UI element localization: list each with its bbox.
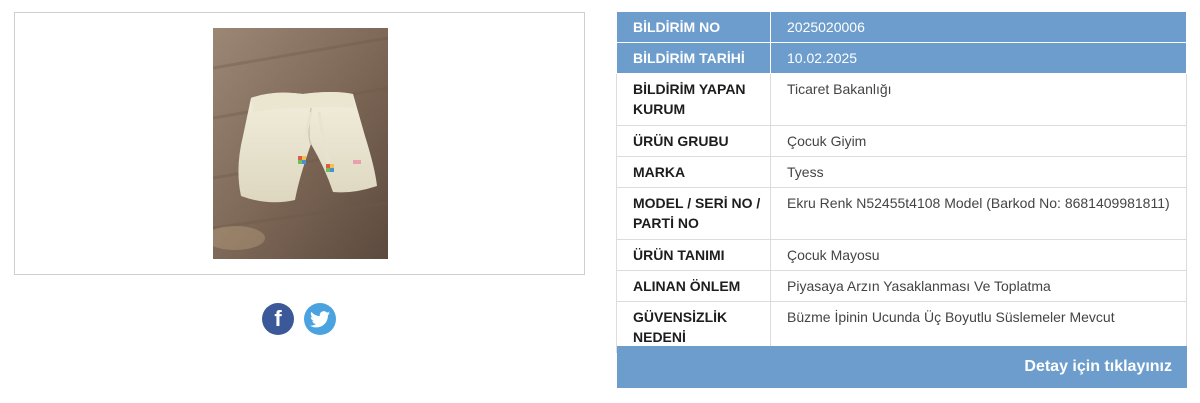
row-value: Piyasaya Arzın Yasaklanması Ve Toplatma [770,270,1187,302]
row-label: MARKA [616,156,771,188]
facebook-share-button[interactable]: f [262,303,294,335]
product-image-frame [14,12,585,275]
row-label: BİLDİRİM NO [616,11,771,43]
table-row: ALINAN ÖNLEM Piyasaya Arzın Yasaklanması… [616,270,1187,302]
row-value: Tyess [770,156,1187,188]
row-label: BİLDİRİM TARİHİ [616,42,771,74]
row-value: Ekru Renk N52455t4108 Model (Barkod No: … [770,187,1187,240]
table-row: MODEL / SERİ NO / PARTİ NO Ekru Renk N52… [616,187,1187,240]
row-value: 2025020006 [770,11,1187,43]
row-label: ALINAN ÖNLEM [616,270,771,302]
row-label: GÜVENSİZLİK NEDENİ [616,301,771,353]
facebook-icon: f [274,306,282,331]
recall-details-table: BİLDİRİM NO 2025020006 BİLDİRİM TARİHİ 1… [616,11,1187,353]
table-row: BİLDİRİM TARİHİ 10.02.2025 [616,42,1187,74]
twitter-icon [310,310,330,327]
table-row: ÜRÜN TANIMI Çocuk Mayosu [616,239,1187,271]
row-label: ÜRÜN TANIMI [616,239,771,271]
row-label: MODEL / SERİ NO / PARTİ NO [616,187,771,240]
table-row: BİLDİRİM NO 2025020006 [616,11,1187,43]
row-label: BİLDİRİM YAPAN KURUM [616,73,771,126]
row-value: Çocuk Mayosu [770,239,1187,271]
twitter-share-button[interactable] [304,303,336,335]
table-row: GÜVENSİZLİK NEDENİ Büzme İpinin Ucunda Ü… [616,301,1187,353]
row-value: Çocuk Giyim [770,125,1187,157]
detail-link-button[interactable]: Detay için tıklayınız [617,346,1187,388]
detail-link-label: Detay için tıklayınız [1024,358,1172,375]
row-value: Büzme İpinin Ucunda Üç Boyutlu Süslemele… [770,301,1187,353]
table-row: BİLDİRİM YAPAN KURUM Ticaret Bakanlığı [616,73,1187,126]
shorts-photo-illustration [213,28,388,259]
row-value: Ticaret Bakanlığı [770,73,1187,126]
table-row: ÜRÜN GRUBU Çocuk Giyim [616,125,1187,157]
row-value: 10.02.2025 [770,42,1187,74]
row-label: ÜRÜN GRUBU [616,125,771,157]
table-row: MARKA Tyess [616,156,1187,188]
product-photo[interactable] [213,28,388,259]
